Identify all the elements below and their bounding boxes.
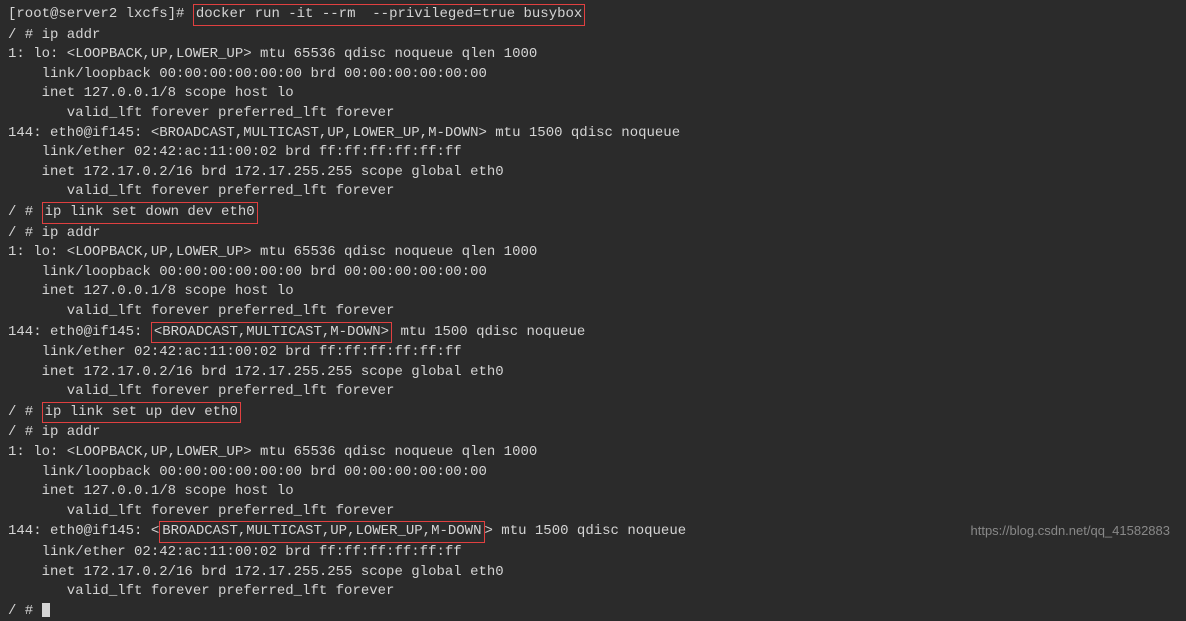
output-prefix: 144: eth0@if145: <	[8, 523, 159, 539]
terminal-line: 144: eth0@if145: <BROADCAST,MULTICAST,UP…	[8, 124, 1178, 144]
terminal-line: inet 127.0.0.1/8 scope host lo	[8, 482, 1178, 502]
highlighted-flags: <BROADCAST,MULTICAST,M-DOWN>	[151, 322, 392, 344]
terminal-line: / # ip link set down dev eth0	[8, 202, 1178, 224]
output-prefix: 144: eth0@if145:	[8, 324, 151, 340]
shell-prompt: [root@server2 lxcfs]#	[8, 6, 193, 22]
cursor-icon	[42, 603, 50, 617]
terminal-line: link/loopback 00:00:00:00:00:00 brd 00:0…	[8, 263, 1178, 283]
terminal-line: / # ip link set up dev eth0	[8, 402, 1178, 424]
terminal-line: link/loopback 00:00:00:00:00:00 brd 00:0…	[8, 463, 1178, 483]
terminal-line: / # ip addr	[8, 423, 1178, 443]
terminal-line: [root@server2 lxcfs]# docker run -it --r…	[8, 4, 1178, 26]
terminal-line: inet 172.17.0.2/16 brd 172.17.255.255 sc…	[8, 163, 1178, 183]
highlighted-flags: BROADCAST,MULTICAST,UP,LOWER_UP,M-DOWN	[159, 521, 484, 543]
terminal-line: valid_lft forever preferred_lft forever	[8, 382, 1178, 402]
terminal-line: link/ether 02:42:ac:11:00:02 brd ff:ff:f…	[8, 543, 1178, 563]
terminal-line: / # ip addr	[8, 26, 1178, 46]
terminal-line: 1: lo: <LOOPBACK,UP,LOWER_UP> mtu 65536 …	[8, 243, 1178, 263]
highlighted-command: ip link set down dev eth0	[42, 202, 258, 224]
terminal-line: 144: eth0@if145: <BROADCAST,MULTICAST,M-…	[8, 322, 1178, 344]
highlighted-command: docker run -it --rm --privileged=true bu…	[193, 4, 585, 26]
shell-prompt: / #	[8, 603, 42, 619]
terminal-line: 1: lo: <LOOPBACK,UP,LOWER_UP> mtu 65536 …	[8, 45, 1178, 65]
terminal-line: valid_lft forever preferred_lft forever	[8, 182, 1178, 202]
terminal-line: / #	[8, 602, 1178, 621]
shell-prompt: / #	[8, 204, 42, 220]
terminal-line: inet 127.0.0.1/8 scope host lo	[8, 84, 1178, 104]
terminal-line: valid_lft forever preferred_lft forever	[8, 582, 1178, 602]
terminal-line: link/ether 02:42:ac:11:00:02 brd ff:ff:f…	[8, 343, 1178, 363]
terminal-line: link/ether 02:42:ac:11:00:02 brd ff:ff:f…	[8, 143, 1178, 163]
terminal-line: inet 172.17.0.2/16 brd 172.17.255.255 sc…	[8, 563, 1178, 583]
highlighted-command: ip link set up dev eth0	[42, 402, 241, 424]
watermark-text: https://blog.csdn.net/qq_41582883	[971, 522, 1171, 540]
terminal-line: 1: lo: <LOOPBACK,UP,LOWER_UP> mtu 65536 …	[8, 443, 1178, 463]
terminal-line: / # ip addr	[8, 224, 1178, 244]
terminal-line: inet 127.0.0.1/8 scope host lo	[8, 282, 1178, 302]
output-suffix: > mtu 1500 qdisc noqueue	[485, 523, 695, 539]
terminal-line: inet 172.17.0.2/16 brd 172.17.255.255 sc…	[8, 363, 1178, 383]
output-suffix: mtu 1500 qdisc noqueue	[392, 324, 594, 340]
terminal-line: link/loopback 00:00:00:00:00:00 brd 00:0…	[8, 65, 1178, 85]
terminal-line: valid_lft forever preferred_lft forever	[8, 302, 1178, 322]
terminal-line: valid_lft forever preferred_lft forever	[8, 502, 1178, 522]
shell-prompt: / #	[8, 404, 42, 420]
terminal-line: valid_lft forever preferred_lft forever	[8, 104, 1178, 124]
